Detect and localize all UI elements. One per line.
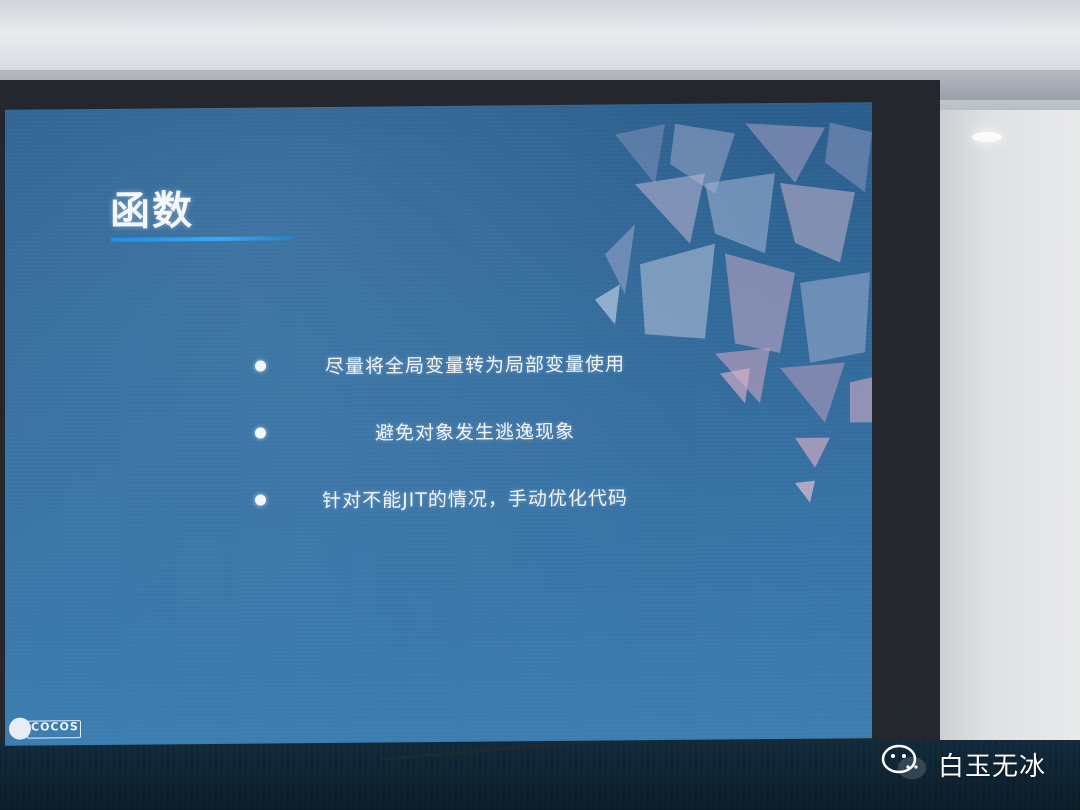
bullet-text: 针对不能JIT的情况，手动优化代码 (322, 487, 628, 513)
right-wall (930, 110, 1080, 750)
wechat-icon (881, 744, 927, 780)
list-item: 针对不能JIT的情况，手动优化代码 (255, 483, 695, 517)
cocos-logo: COCOS (9, 715, 99, 742)
logo-text: COCOS (31, 720, 79, 734)
projected-slide: 函数 尽量将全局变量转为局部变量使用 避免对象发生逃逸现象 针对不能JIT的情况… (5, 102, 872, 746)
geometric-decoration (595, 122, 872, 503)
list-item: 避免对象发生逃逸现象 (255, 416, 695, 450)
ceiling-light (972, 132, 1002, 142)
list-item: 尽量将全局变量转为局部变量使用 (255, 349, 695, 383)
watermark-text: 白玉无冰 (938, 752, 1047, 782)
cocos-mascot-icon (9, 717, 31, 740)
bullet-text: 避免对象发生逃逸现象 (374, 420, 575, 445)
watermark: 白玉无冰 (880, 740, 1070, 784)
slide-title: 函数 (110, 188, 194, 235)
bullet-text: 尽量将全局变量转为局部变量使用 (324, 353, 625, 378)
